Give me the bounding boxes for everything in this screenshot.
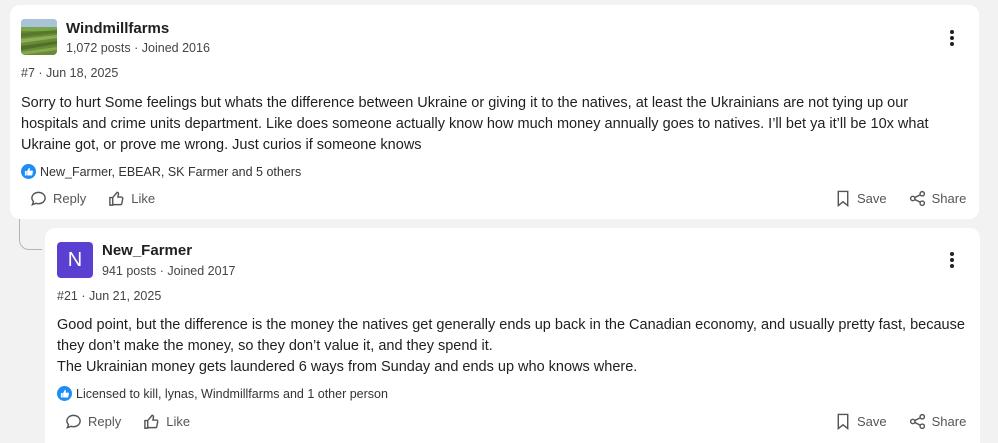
separator: · — [134, 41, 139, 55]
more-vertical-icon[interactable] — [946, 250, 958, 270]
reply-label: Reply — [53, 191, 87, 206]
post-number[interactable]: #21 — [57, 289, 78, 303]
avatar[interactable] — [21, 19, 57, 55]
separator: · — [159, 264, 164, 278]
user-meta: 941 posts · Joined 2017 — [102, 264, 235, 278]
post-date[interactable]: Jun 18, 2025 — [46, 66, 118, 80]
save-button[interactable]: Save — [835, 190, 887, 207]
post-card: N New_Farmer 941 posts · Joined 2017 #21… — [45, 228, 980, 443]
save-label: Save — [857, 191, 887, 206]
separator: · — [38, 66, 43, 80]
reactions[interactable]: Licensed to kill, lynas, Windmillfarms a… — [57, 386, 388, 401]
share-icon — [909, 190, 925, 207]
reply-label: Reply — [88, 414, 122, 429]
like-label: Like — [166, 414, 191, 429]
reactions-text: New_Farmer, EBEAR, SK Farmer and 5 other… — [40, 164, 302, 179]
share-button[interactable]: Share — [909, 190, 967, 207]
username[interactable]: New_Farmer — [102, 242, 192, 259]
joined-date: Joined 2017 — [167, 264, 236, 278]
post-actions-right: Save Share — [835, 190, 966, 207]
like-icon — [109, 191, 124, 206]
bookmark-icon — [837, 190, 849, 207]
separator: · — [81, 289, 86, 303]
post-paragraph: The Ukrainian money gets laundered 6 way… — [57, 359, 638, 375]
joined-date: Joined 2016 — [141, 41, 210, 55]
share-button[interactable]: Share — [909, 413, 967, 430]
reactions-text: Licensed to kill, lynas, Windmillfarms a… — [76, 386, 388, 401]
post-paragraph: Sorry to hurt Some feelings but whats th… — [21, 95, 929, 153]
post-number-line: #21 · Jun 21, 2025 — [57, 289, 161, 303]
thumbs-up-icon — [21, 164, 36, 179]
post-number[interactable]: #7 — [21, 66, 35, 80]
avatar[interactable]: N — [57, 242, 93, 278]
post-number-line: #7 · Jun 18, 2025 — [21, 66, 118, 80]
thumbs-up-icon — [57, 386, 72, 401]
reply-bubble-icon — [31, 191, 46, 206]
like-button[interactable]: Like — [143, 413, 190, 430]
post-card: Windmillfarms 1,072 posts · Joined 2016 … — [10, 5, 979, 219]
post-actions-left: Reply Like — [30, 190, 177, 207]
post-paragraph: Good point, but the difference is the mo… — [57, 317, 965, 354]
share-icon — [909, 413, 925, 430]
save-button[interactable]: Save — [835, 413, 887, 430]
reply-button[interactable]: Reply — [65, 413, 121, 430]
reply-button[interactable]: Reply — [30, 190, 86, 207]
post-body: Good point, but the difference is the mo… — [57, 315, 967, 378]
save-label: Save — [857, 414, 887, 429]
username[interactable]: Windmillfarms — [66, 20, 169, 37]
like-button[interactable]: Like — [108, 190, 155, 207]
posts-count: 1,072 posts — [66, 41, 131, 55]
reply-bubble-icon — [66, 414, 81, 429]
post-actions-left: Reply Like — [65, 413, 212, 430]
post-actions-right: Save Share — [835, 413, 966, 430]
bookmark-icon — [837, 413, 849, 430]
post-body: Sorry to hurt Some feelings but whats th… — [21, 93, 966, 156]
post-date[interactable]: Jun 21, 2025 — [89, 289, 161, 303]
share-label: Share — [931, 191, 967, 206]
posts-count: 941 posts — [102, 264, 157, 278]
like-label: Like — [131, 191, 156, 206]
reactions[interactable]: New_Farmer, EBEAR, SK Farmer and 5 other… — [21, 164, 301, 179]
share-label: Share — [931, 414, 967, 429]
like-icon — [144, 414, 159, 429]
user-meta: 1,072 posts · Joined 2016 — [66, 41, 210, 55]
reply-connector — [19, 219, 42, 250]
more-vertical-icon[interactable] — [946, 28, 958, 48]
